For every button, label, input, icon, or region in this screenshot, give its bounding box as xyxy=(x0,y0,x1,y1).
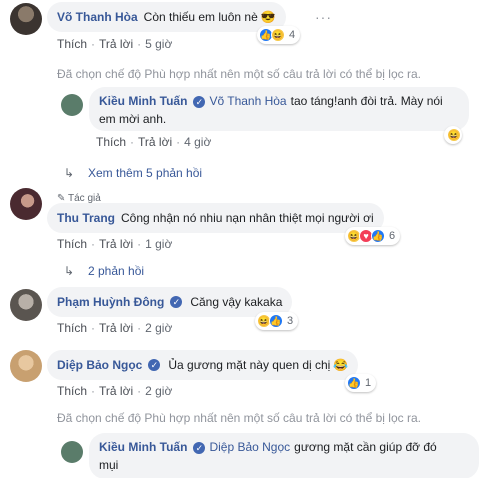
avatar[interactable] xyxy=(61,94,83,116)
emoji: 😂 xyxy=(333,358,349,372)
timestamp[interactable]: 2 giờ xyxy=(145,321,172,335)
reaction-summary[interactable]: 😆 👍 3 xyxy=(255,312,299,330)
avatar[interactable] xyxy=(61,441,83,463)
like-link[interactable]: Thích xyxy=(57,321,87,335)
reply-author[interactable]: Kiều Minh Tuấn xyxy=(99,440,187,454)
verified-icon: ✓ xyxy=(193,441,206,454)
avatar[interactable] xyxy=(10,350,42,382)
reaction-summary[interactable]: 👍 1 xyxy=(345,374,377,392)
reply-text-line1: gương mặt cần giúp đỡ đó xyxy=(294,440,437,454)
reply-link[interactable]: Trả lời xyxy=(138,135,172,149)
reaction-summary[interactable]: 😆 ♥ 👍 6 xyxy=(345,227,401,245)
like-link[interactable]: Thích xyxy=(57,237,87,251)
reaction-summary[interactable]: 😆 xyxy=(444,126,462,144)
reaction-summary[interactable]: 👍 😆 4 xyxy=(257,26,301,44)
reply-author[interactable]: Kiều Minh Tuấn xyxy=(99,94,187,108)
comment-actions: Thích · Trả lời · 5 giờ xyxy=(57,37,173,51)
verified-icon: ✓ xyxy=(148,359,161,371)
timestamp[interactable]: 1 giờ xyxy=(145,237,172,251)
reply-arrow-icon: ↳ xyxy=(64,264,75,278)
comment-author[interactable]: Thu Trang xyxy=(57,211,115,225)
like-reaction-icon: 👍 xyxy=(347,376,361,390)
like-link[interactable]: Thích xyxy=(96,135,126,149)
reaction-count: 6 xyxy=(389,230,396,242)
comment-bubble: Phạm Huỳnh Đông ✓ Căng vậy kakaka xyxy=(47,287,293,317)
reply-bubble: Kiều Minh Tuấn ✓ Võ Thanh Hòa tao táng!anh … xyxy=(89,87,469,131)
reply-link[interactable]: Trả lời xyxy=(99,384,133,398)
view-replies[interactable]: ↳ 2 phản hồi xyxy=(64,264,144,278)
comment-bubble: Võ Thanh Hòa Còn thiếu em luôn nè 😎 xyxy=(47,2,286,32)
reply-text-line2: em mời anh. xyxy=(99,112,167,126)
haha-reaction-icon: 😆 xyxy=(271,28,285,42)
comment-actions: Thích · Trả lời · 2 giờ xyxy=(57,384,173,398)
avatar[interactable] xyxy=(10,289,42,321)
emoji: 😎 xyxy=(260,10,276,24)
like-link[interactable]: Thích xyxy=(57,384,87,398)
avatar[interactable] xyxy=(10,188,42,220)
like-link[interactable]: Thích xyxy=(57,37,87,51)
like-reaction-icon: 👍 xyxy=(269,314,283,328)
comment-text: Ủa gương mặt này quen dị chị xyxy=(168,358,331,372)
reply-bubble: Kiều Minh Tuấn ✓ Diệp Bảo Ngọc gương mặt cầ… xyxy=(89,433,479,478)
avatar[interactable] xyxy=(10,3,42,35)
filter-note: Đã chọn chế độ Phù hợp nhất nên một số c… xyxy=(57,411,421,425)
view-more-replies[interactable]: ↳ Xem thêm 5 phản hồi xyxy=(64,166,202,180)
more-dots-icon[interactable]: ··· xyxy=(315,9,332,25)
timestamp[interactable]: 2 giờ xyxy=(145,384,172,398)
comment-actions: Thích · Trả lời · 1 giờ xyxy=(57,237,173,251)
haha-reaction-icon: 😆 xyxy=(447,128,461,142)
comment-text: Công nhận nó nhiu nạn nhân thiệt mọi ngư… xyxy=(121,211,374,225)
reply-arrow-icon: ↳ xyxy=(64,166,75,180)
timestamp[interactable]: 5 giờ xyxy=(145,37,172,51)
reply-text-line2: mụi xyxy=(99,458,119,472)
timestamp[interactable]: 4 giờ xyxy=(184,135,211,149)
reply-link[interactable]: Trả lời xyxy=(99,321,133,335)
mentioned-user[interactable]: Diệp Bảo Ngọc xyxy=(209,440,290,454)
like-reaction-icon: 👍 xyxy=(371,229,385,243)
comment-author[interactable]: Võ Thanh Hòa xyxy=(57,10,138,24)
comment-text: Căng vậy kakaka xyxy=(190,295,283,309)
reaction-count: 1 xyxy=(365,377,372,389)
reply-text-line1: tao táng!anh đòi trả. Mày nói xyxy=(290,94,443,108)
reaction-count: 3 xyxy=(287,315,294,327)
reply-actions: Thích · Trả lời · 4 giờ xyxy=(96,135,212,149)
comment-bubble: Thu Trang Công nhận nó nhiu nạn nhân thi… xyxy=(47,203,384,233)
filter-note: Đã chọn chế độ Phù hợp nhất nên một số c… xyxy=(57,67,421,81)
comment-actions: Thích · Trả lời · 2 giờ xyxy=(57,321,173,335)
comment-text: Còn thiếu em luôn nè xyxy=(143,10,258,24)
mentioned-user[interactable]: Võ Thanh Hòa xyxy=(209,94,286,108)
reply-link[interactable]: Trả lời xyxy=(99,37,133,51)
comment-author[interactable]: Diệp Bảo Ngọc xyxy=(57,358,142,372)
reply-link[interactable]: Trả lời xyxy=(99,237,133,251)
reaction-count: 4 xyxy=(289,29,296,41)
comment-bubble: Diệp Bảo Ngọc ✓ Ủa gương mặt này quen dị … xyxy=(47,350,359,380)
verified-icon: ✓ xyxy=(193,95,206,108)
verified-icon: ✓ xyxy=(170,296,183,308)
comment-author[interactable]: Phạm Huỳnh Đông xyxy=(57,295,164,309)
